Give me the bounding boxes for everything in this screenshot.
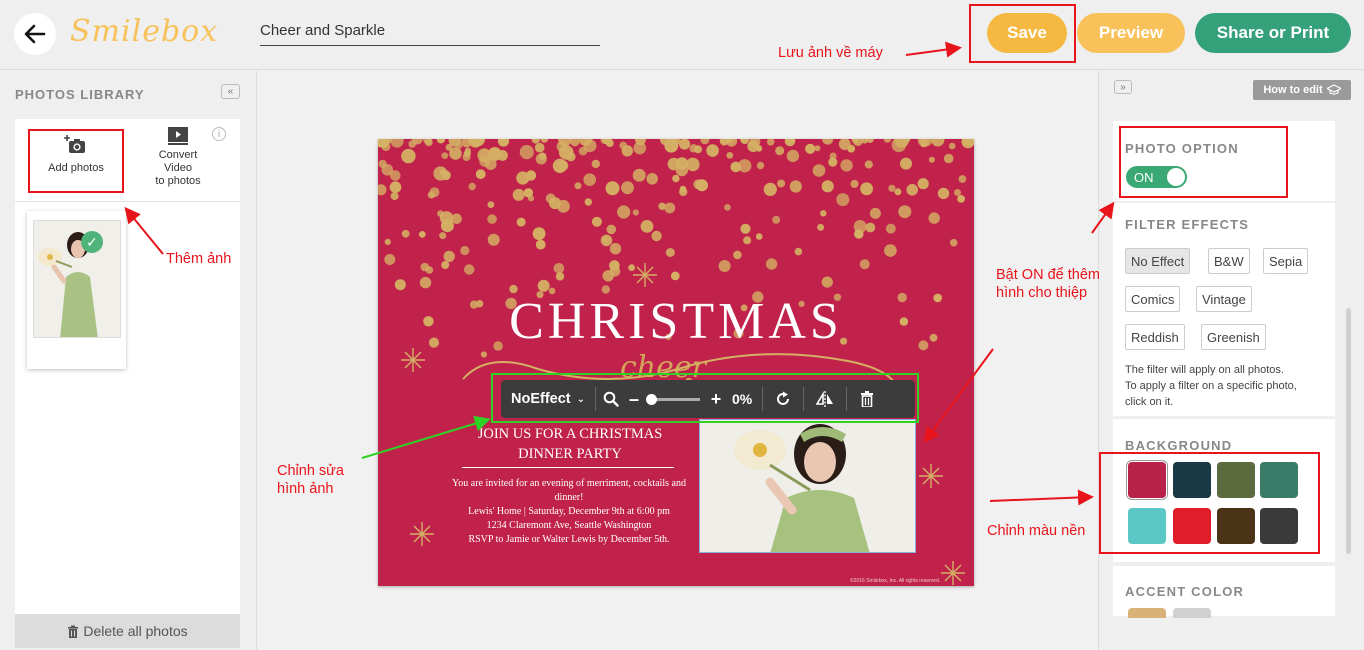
- arrow-to-save: [905, 41, 962, 58]
- arrow-to-photo-option: [1091, 201, 1115, 234]
- arrow-to-toolbar: [361, 415, 491, 459]
- annotation-arrows-layer: [124, 41, 1115, 506]
- arrow-to-card-photo: [923, 348, 994, 444]
- arrow-to-background: [989, 489, 1094, 506]
- arrow-to-add-photos: [124, 206, 164, 255]
